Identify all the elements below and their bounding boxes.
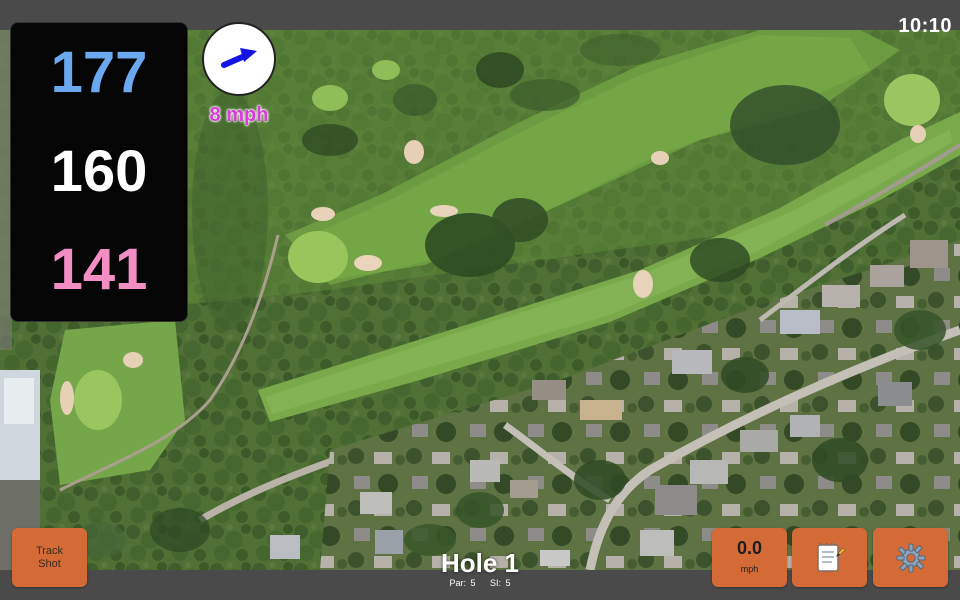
clock-time: 10:10	[898, 15, 952, 37]
gear-icon	[896, 543, 925, 572]
track-shot-label-line-1: Track	[35, 545, 64, 557]
track-shot-button[interactable]: Track Shot	[12, 528, 87, 587]
wind-readout-button[interactable]: 0.0 mph	[712, 528, 787, 587]
distance-panel: 177 160 141	[10, 22, 188, 322]
back-distance: 177	[50, 40, 148, 105]
wind-readout-unit: mph	[740, 564, 759, 574]
middle-distance: 160	[50, 139, 148, 204]
wind-direction-widget	[202, 22, 276, 96]
notepad-icon	[816, 542, 845, 572]
hole-meta: Par: 5 SI: 5	[380, 578, 580, 588]
hole-info: Hole 1 Par: 5 SI: 5	[380, 548, 580, 588]
front-distance: 141	[50, 237, 148, 302]
par-value: Par: 5	[449, 578, 476, 588]
notes-button[interactable]	[792, 528, 867, 587]
wind-direction-arrow-icon	[221, 48, 257, 68]
settings-button[interactable]	[873, 528, 948, 587]
si-value: SI: 5	[490, 578, 511, 588]
track-shot-label-line-2: Shot	[38, 558, 61, 570]
golf-gps-screen: 10:10 177 160 141 8 mph Track Shot Hole …	[0, 0, 960, 600]
wind-speed-label: 8 mph	[209, 104, 269, 126]
hole-title: Hole 1	[440, 548, 520, 578]
wind-readout-value: 0.0	[736, 538, 763, 558]
